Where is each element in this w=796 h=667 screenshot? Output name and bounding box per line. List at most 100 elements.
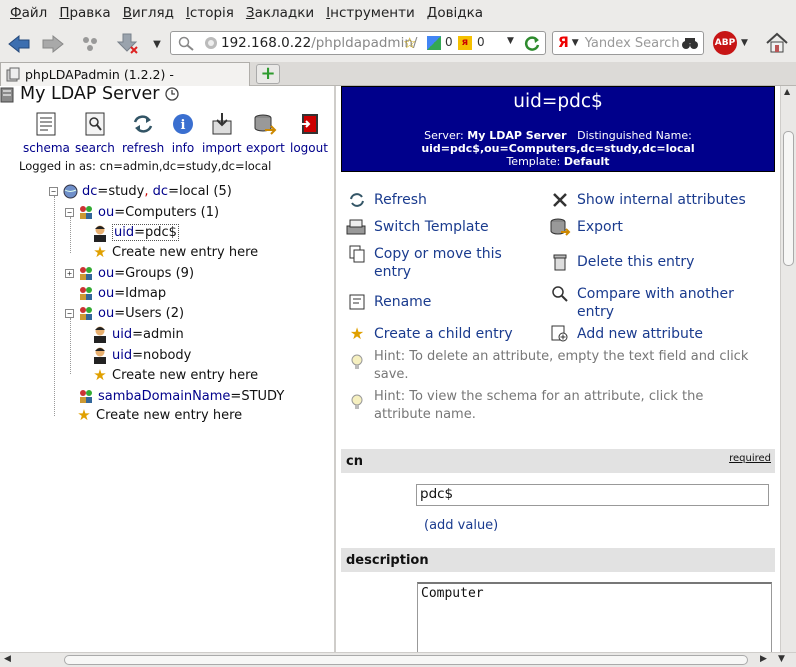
export-label: export bbox=[246, 141, 285, 155]
forward-button[interactable] bbox=[40, 32, 66, 56]
expand-icon[interactable]: + bbox=[65, 268, 74, 278]
back-button[interactable] bbox=[6, 32, 32, 56]
horizontal-scroll-thumb[interactable] bbox=[64, 655, 748, 665]
tree-ou-computers[interactable]: − ou = Computers (1) bbox=[65, 204, 219, 220]
binoculars-icon[interactable] bbox=[681, 35, 699, 54]
menu-bookmarks[interactable]: Закладки bbox=[240, 5, 320, 21]
scroll-down-icon[interactable]: ▼ bbox=[778, 654, 785, 664]
menu-history[interactable]: Історія bbox=[180, 5, 240, 21]
add-value-link[interactable]: (add value) bbox=[424, 518, 498, 533]
tab-phpldapadmin[interactable]: phpLDAPadmin (1.2.2) - bbox=[0, 62, 250, 86]
schema-button[interactable]: schema bbox=[23, 112, 70, 155]
tree-create-entry[interactable]: ★ Create new entry here bbox=[92, 366, 258, 384]
import-button[interactable]: import bbox=[202, 112, 242, 155]
tree-uid-pdc[interactable]: uid=pdc$ bbox=[92, 224, 179, 242]
refresh-action[interactable]: Refresh bbox=[346, 191, 427, 209]
download-dropdown[interactable]: ▼ bbox=[150, 32, 164, 56]
copy-move-action[interactable]: Copy or move this entry bbox=[346, 245, 502, 281]
tab-title: phpLDAPadmin (1.2.2) - bbox=[25, 67, 174, 82]
hint1-line1: Hint: To delete an attribute, empty the … bbox=[374, 349, 749, 364]
tree-key: ou bbox=[98, 204, 115, 220]
show-internal-attributes-action[interactable]: Show internal attributes bbox=[549, 191, 746, 209]
reload-icon[interactable] bbox=[523, 34, 541, 54]
cn-input[interactable]: pdc$ bbox=[416, 484, 769, 506]
search-bar[interactable]: Я ▼ Yandex Search bbox=[552, 31, 704, 55]
attribute-name-description[interactable]: description bbox=[346, 553, 429, 568]
tools-icon bbox=[549, 191, 571, 209]
collapse-icon[interactable]: − bbox=[65, 308, 74, 318]
description-textarea[interactable]: Computer bbox=[417, 582, 772, 652]
template-label: Template: bbox=[506, 155, 561, 168]
network-button[interactable] bbox=[78, 32, 102, 56]
export-action[interactable]: Export bbox=[549, 218, 623, 236]
vertical-scroll-thumb[interactable] bbox=[783, 131, 794, 266]
tree-ou-idmap[interactable]: ou = Idmap bbox=[78, 285, 166, 301]
tree-samba-domain[interactable]: sambaDomainName = STUDY bbox=[78, 388, 284, 404]
vertical-scrollbar[interactable]: ▲ bbox=[780, 86, 796, 652]
menu-help[interactable]: Довідка bbox=[421, 5, 489, 21]
server-title[interactable]: My LDAP Server bbox=[20, 86, 159, 104]
server-header: My LDAP Server bbox=[0, 86, 180, 104]
compare-label-2: entry bbox=[577, 304, 615, 320]
add-attribute-action[interactable]: Add new attribute bbox=[549, 325, 703, 343]
compare-action[interactable]: Compare with another entry bbox=[549, 285, 734, 321]
menu-edit[interactable]: Правка bbox=[53, 5, 116, 21]
tree-count: (1) bbox=[200, 204, 220, 220]
tree-create-entry[interactable]: ★ Create new entry here bbox=[92, 243, 258, 261]
switch-template-action[interactable]: Switch Template bbox=[346, 218, 489, 236]
horizontal-scrollbar[interactable]: ◀ ▶ ▼ bbox=[0, 652, 796, 667]
new-tab-button[interactable]: + bbox=[256, 64, 280, 84]
url-host: 192.168.0.22 bbox=[221, 35, 312, 51]
rename-action[interactable]: Rename bbox=[346, 293, 431, 311]
attribute-name-cn[interactable]: cn bbox=[346, 454, 363, 469]
copy-icon bbox=[346, 245, 368, 263]
logout-button[interactable]: logout bbox=[290, 112, 328, 155]
tree-value: admin bbox=[143, 326, 184, 342]
delete-entry-action[interactable]: Delete this entry bbox=[549, 253, 694, 271]
tree-uid-nobody[interactable]: uid = nobody bbox=[92, 347, 191, 364]
search-button[interactable]: search bbox=[75, 112, 115, 155]
scroll-right-icon[interactable]: ▶ bbox=[760, 654, 767, 664]
chevron-down-icon: ▼ bbox=[153, 38, 161, 50]
download-button[interactable] bbox=[114, 32, 144, 56]
copy-move-label-2: entry bbox=[374, 264, 412, 280]
export-button[interactable]: export bbox=[246, 112, 285, 155]
engine-dropdown-icon[interactable]: ▼ bbox=[572, 38, 585, 48]
search-key-icon bbox=[171, 35, 201, 51]
home-button[interactable] bbox=[764, 30, 790, 60]
add-attribute-label: Add new attribute bbox=[577, 326, 704, 342]
url-bar[interactable]: 192.168.0.22/phpldapadmin/ ☆ 0 я 0 ▼ bbox=[170, 31, 546, 55]
tree-ou-users[interactable]: − ou = Users (2) bbox=[65, 305, 184, 321]
adblock-icon[interactable]: ABP bbox=[713, 31, 737, 55]
tree-create-entry[interactable]: ★ Create new entry here bbox=[76, 406, 242, 424]
clock-icon bbox=[165, 87, 180, 101]
menu-file[interactable]: Файл bbox=[4, 5, 53, 21]
tree-uid-admin[interactable]: uid = admin bbox=[92, 326, 184, 343]
create-child-action[interactable]: ★ Create a child entry bbox=[346, 325, 513, 343]
yandex-engine-icon[interactable]: Я bbox=[553, 35, 572, 51]
compare-label-1: Compare with another bbox=[577, 286, 734, 302]
user-icon bbox=[92, 225, 108, 242]
collapse-icon[interactable]: − bbox=[65, 207, 74, 217]
collapse-icon[interactable]: − bbox=[49, 186, 58, 196]
tree-key: sambaDomainName bbox=[98, 388, 231, 404]
tree-root-dc[interactable]: − dc = study, dc = local (5) bbox=[49, 183, 232, 199]
refresh-button[interactable]: refresh bbox=[122, 112, 164, 155]
menu-view[interactable]: Вигляд bbox=[117, 5, 180, 21]
bookmark-star-icon[interactable]: ☆ bbox=[403, 34, 416, 52]
entry-meta: Server: My LDAP Server Distinguished Nam… bbox=[342, 129, 774, 168]
menu-tools[interactable]: Інструменти bbox=[320, 5, 421, 21]
tree-ou-groups[interactable]: + ou = Groups (9) bbox=[65, 265, 194, 281]
scroll-up-icon[interactable]: ▲ bbox=[784, 87, 790, 96]
tree-line bbox=[70, 217, 71, 253]
plus-icon: + bbox=[260, 63, 276, 84]
site-identity-icon[interactable] bbox=[201, 36, 221, 50]
scroll-left-icon[interactable]: ◀ bbox=[4, 654, 11, 664]
add-attribute-icon bbox=[549, 325, 571, 343]
tree-key: ou bbox=[98, 285, 115, 301]
url-dropdown-icon[interactable]: ▼ bbox=[507, 36, 514, 46]
info-button[interactable]: i info bbox=[171, 112, 195, 155]
search-input[interactable]: Yandex Search bbox=[585, 36, 680, 51]
logout-icon bbox=[297, 112, 321, 136]
adblock-dropdown-icon[interactable]: ▼ bbox=[741, 38, 748, 48]
